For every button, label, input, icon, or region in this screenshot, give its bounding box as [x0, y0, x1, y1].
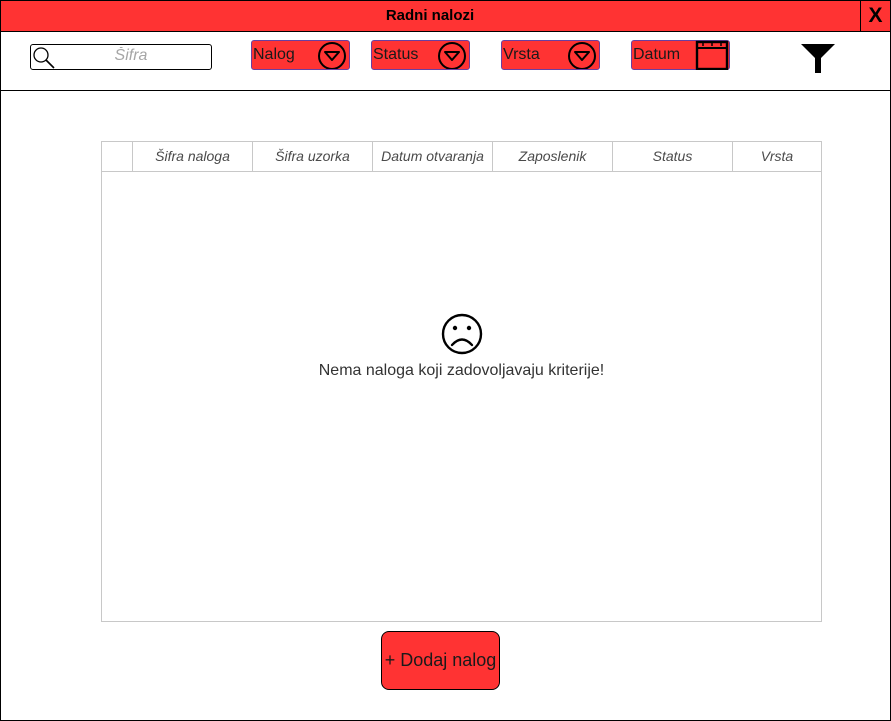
window-title: Radni nalozi — [385, 7, 475, 24]
calendar-icon — [695, 40, 729, 70]
datum-picker[interactable]: Datum — [631, 40, 730, 70]
status-dropdown[interactable]: Status — [371, 40, 470, 70]
vrsta-dropdown[interactable]: Vrsta — [501, 40, 600, 70]
datum-picker-label: Datum — [633, 46, 681, 63]
window: Radni nalozi X Nalog Status Vr — [0, 0, 891, 721]
nalog-dropdown-label: Nalog — [253, 46, 295, 63]
title-bar: Radni nalozi X — [1, 1, 890, 32]
search-icon — [33, 47, 55, 69]
chevron-down-circle-icon — [568, 42, 596, 69]
chevron-down-circle-icon — [438, 42, 466, 69]
search-box[interactable] — [30, 44, 212, 70]
orders-table: Šifra naloga Šifra uzorka Datum otvaranj… — [101, 141, 822, 622]
toolbar: Nalog Status Vrsta Datum — [1, 32, 890, 91]
table-header: Šifra naloga Šifra uzorka Datum otvaranj… — [102, 142, 821, 172]
nalog-dropdown[interactable]: Nalog — [251, 40, 350, 70]
column-header-sifra-naloga[interactable]: Šifra naloga — [132, 142, 252, 171]
status-dropdown-label: Status — [373, 46, 419, 63]
column-header-sifra-uzorka[interactable]: Šifra uzorka — [252, 142, 372, 171]
chevron-down-circle-icon — [318, 42, 346, 69]
column-header-datum-otvaranja[interactable]: Datum otvaranja — [372, 142, 492, 171]
search-input[interactable] — [57, 45, 205, 67]
column-header-zaposlenik[interactable]: Zaposlenik — [492, 142, 612, 171]
sad-face-icon — [441, 313, 482, 355]
empty-state: Nema naloga koji zadovoljavaju kriterije… — [102, 312, 821, 380]
close-button[interactable]: X — [860, 1, 890, 31]
empty-message: Nema naloga koji zadovoljavaju kriterije… — [318, 362, 605, 379]
column-header-status[interactable]: Status — [612, 142, 732, 171]
vrsta-dropdown-label: Vrsta — [503, 46, 540, 63]
column-header-vrsta[interactable]: Vrsta — [732, 142, 821, 171]
add-order-button[interactable]: + Dodaj nalog — [381, 631, 500, 690]
filter-icon[interactable] — [800, 43, 836, 75]
select-column-header — [102, 142, 132, 171]
